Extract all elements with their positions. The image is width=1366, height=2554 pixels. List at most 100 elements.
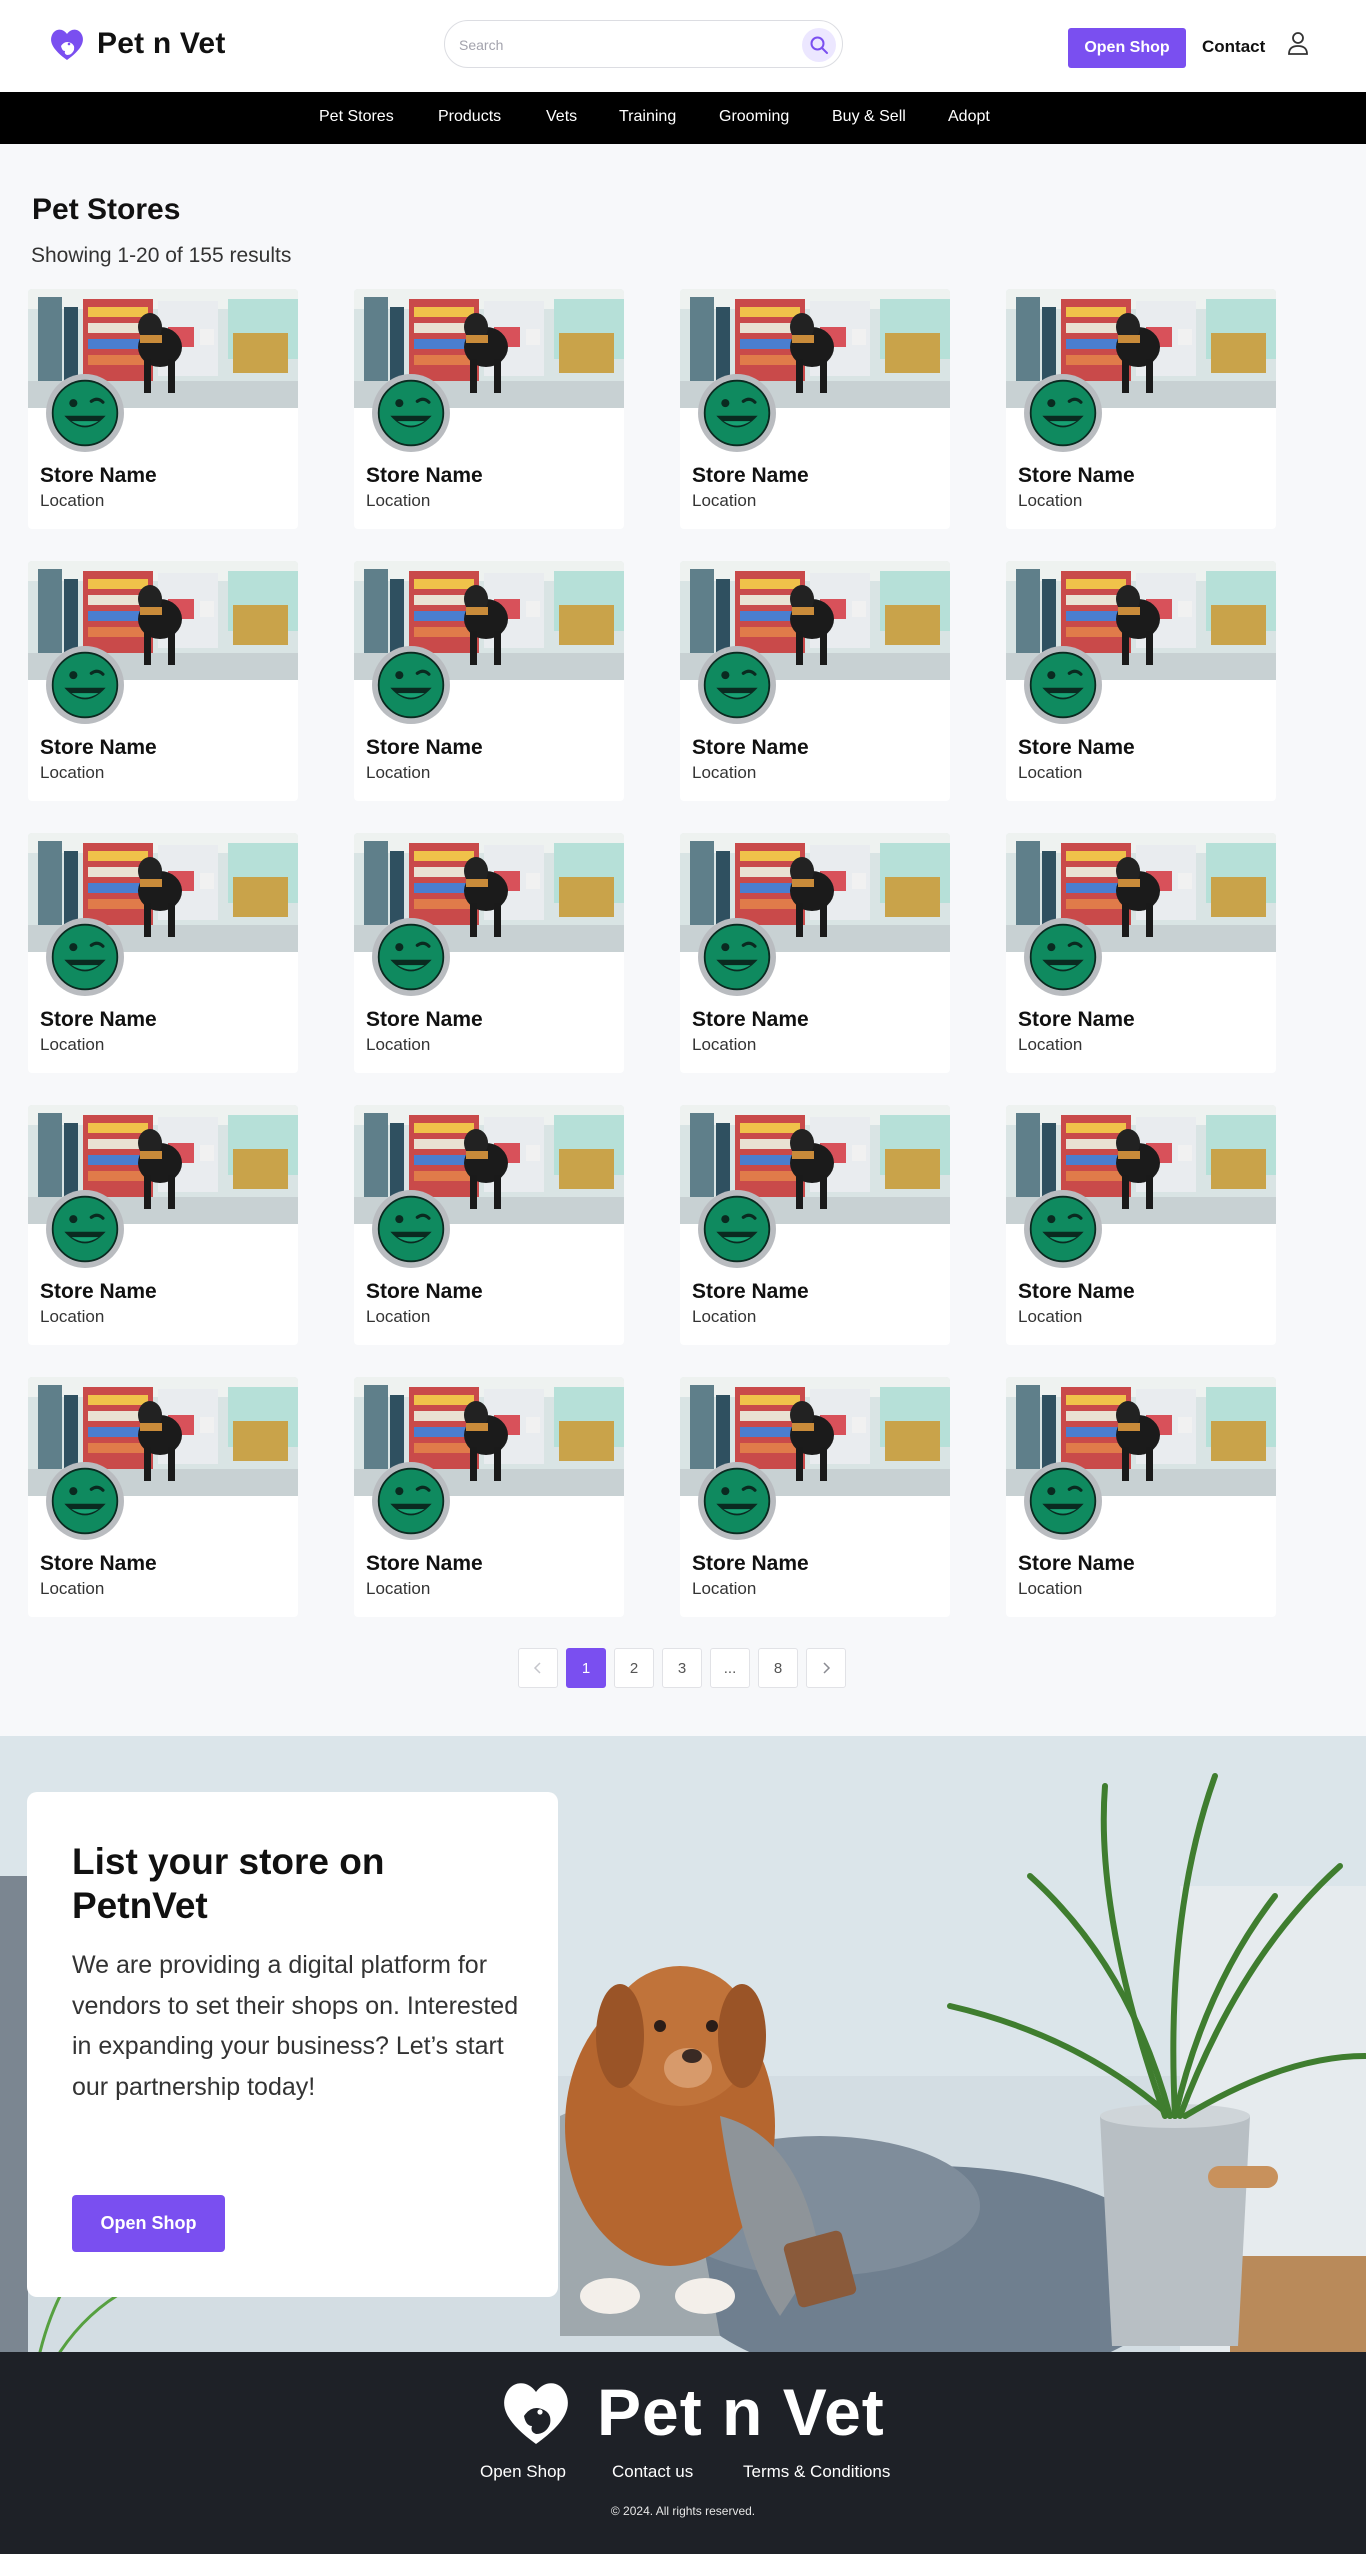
store-avatar [1024,1462,1102,1540]
store-avatar [372,918,450,996]
store-avatar [1024,1190,1102,1268]
store-name: Store Name [40,736,157,759]
nav-item-adopt[interactable]: Adopt [948,108,990,126]
wink-face-icon [376,650,446,720]
nav-item-products[interactable]: Products [438,108,501,126]
store-card[interactable]: Store Name Location [28,1105,298,1345]
store-name: Store Name [366,736,483,759]
store-location: Location [366,763,431,782]
store-name: Store Name [692,1552,809,1575]
wink-face-icon [1028,650,1098,720]
store-card[interactable]: Store Name Location [680,1105,950,1345]
wink-face-icon [1028,922,1098,992]
site-footer: Pet n Vet Open Shop Contact us Terms & C… [0,2352,1366,2554]
search-input[interactable] [459,33,779,57]
store-card[interactable]: Store Name Location [28,289,298,529]
store-avatar [46,1190,124,1268]
store-location: Location [40,763,105,782]
open-shop-button[interactable]: Open Shop [1068,28,1186,68]
store-avatar [372,1190,450,1268]
chevron-right-icon [823,1662,831,1674]
wink-face-icon [1028,1466,1098,1536]
store-avatar [698,1190,776,1268]
wink-face-icon [50,378,120,448]
banner-open-shop-button[interactable]: Open Shop [72,2195,225,2252]
store-name: Store Name [692,464,809,487]
footer-link-terms[interactable]: Terms & Conditions [743,2462,890,2482]
wink-face-icon [50,1194,120,1264]
store-card[interactable]: Store Name Location [1006,289,1276,529]
wink-face-icon [50,922,120,992]
store-location: Location [366,1579,431,1598]
store-location: Location [366,491,431,510]
wink-face-icon [702,1194,772,1264]
store-card[interactable]: Store Name Location [28,833,298,1073]
store-location: Location [692,1579,757,1598]
store-card[interactable]: Store Name Location [680,833,950,1073]
store-location: Location [1018,1579,1083,1598]
heart-paw-logo-icon [504,2383,568,2444]
store-card[interactable]: Store Name Location [354,561,624,801]
store-name: Store Name [40,1008,157,1031]
store-avatar [698,918,776,996]
pagination-page[interactable]: 3 [662,1648,702,1688]
banner-title: List your store on PetnVet [72,1841,385,1927]
store-location: Location [692,491,757,510]
pagination-page[interactable]: 1 [566,1648,606,1688]
store-card[interactable]: Store Name Location [28,561,298,801]
pagination-page[interactable]: 2 [614,1648,654,1688]
copyright: © 2024. All rights reserved. [610,2504,756,2518]
heart-paw-logo-icon [51,29,83,60]
pagination-next-button[interactable] [806,1648,846,1688]
wink-face-icon [702,650,772,720]
pagination-prev-button[interactable] [518,1648,558,1688]
footer-logo-text: Pet n Vet [597,2375,885,2449]
store-card[interactable]: Store Name Location [680,289,950,529]
user-icon[interactable] [1286,30,1310,56]
store-card[interactable]: Store Name Location [28,1377,298,1617]
site-header: Pet n Vet Open Shop Contact [0,0,1366,92]
footer-link-contact-us[interactable]: Contact us [612,2462,693,2482]
store-card[interactable]: Store Name Location [680,561,950,801]
nav-item-grooming[interactable]: Grooming [719,108,789,126]
nav-item-pet-stores[interactable]: Pet Stores [319,108,394,126]
store-card[interactable]: Store Name Location [1006,833,1276,1073]
store-card[interactable]: Store Name Location [680,1377,950,1617]
store-avatar [372,1462,450,1540]
footer-link-open-shop[interactable]: Open Shop [480,2462,566,2482]
store-name: Store Name [40,1280,157,1303]
store-avatar [46,1462,124,1540]
store-avatar [372,646,450,724]
nav-item-vets[interactable]: Vets [546,108,577,126]
store-card[interactable]: Store Name Location [354,1377,624,1617]
store-card[interactable]: Store Name Location [1006,1105,1276,1345]
nav-item-training[interactable]: Training [619,108,676,126]
store-location: Location [1018,763,1083,782]
logo[interactable]: Pet n Vet [47,24,226,64]
partner-banner: List your store on PetnVet We are provid… [0,1736,1366,2352]
store-location: Location [40,491,105,510]
logo-text: Pet n Vet [97,27,226,60]
store-card[interactable]: Store Name Location [354,289,624,529]
main-nav: Pet Stores Products Vets Training Groomi… [0,92,1366,144]
store-card[interactable]: Store Name Location [354,1105,624,1345]
wink-face-icon [702,378,772,448]
store-location: Location [692,1307,757,1326]
store-card[interactable]: Store Name Location [1006,1377,1276,1617]
partner-card: List your store on PetnVet We are provid… [27,1792,558,2297]
wink-face-icon [702,922,772,992]
store-name: Store Name [40,464,157,487]
footer-logo[interactable]: Pet n Vet [493,2372,885,2452]
nav-item-buy-sell[interactable]: Buy & Sell [832,108,906,126]
search-button[interactable] [802,28,836,62]
store-location: Location [40,1307,105,1326]
contact-link[interactable]: Contact [1202,37,1265,57]
wink-face-icon [376,922,446,992]
store-location: Location [366,1035,431,1054]
store-card[interactable]: Store Name Location [354,833,624,1073]
store-card[interactable]: Store Name Location [1006,561,1276,801]
store-name: Store Name [692,1280,809,1303]
store-avatar [372,374,450,452]
store-avatar [46,646,124,724]
pagination-page[interactable]: 8 [758,1648,798,1688]
